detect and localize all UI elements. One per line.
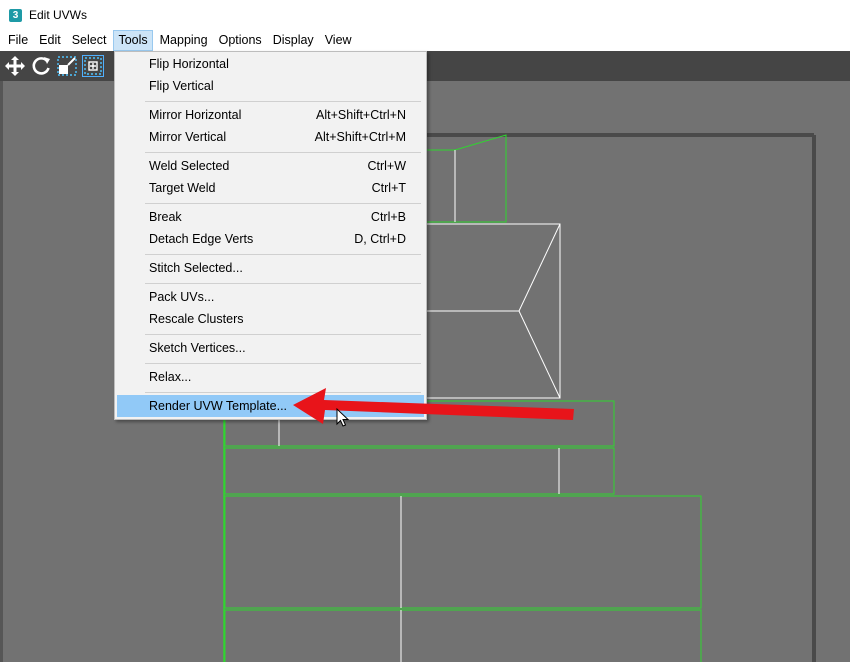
menu-item-shortcut: Ctrl+T [371, 181, 406, 195]
menu-item-label: Mirror Horizontal [149, 108, 242, 122]
app-icon: 3 [9, 8, 22, 22]
menu-item-flip-horizontal[interactable]: Flip Horizontal [117, 53, 424, 75]
menu-item-pack-uvs[interactable]: Pack UVs... [117, 286, 424, 308]
menu-item-detach-edge-verts[interactable]: Detach Edge Verts D, Ctrl+D [117, 228, 424, 250]
menu-item-label: Flip Horizontal [149, 57, 229, 71]
menu-view[interactable]: View [321, 30, 356, 51]
menu-separator [145, 254, 421, 255]
menu-mapping[interactable]: Mapping [156, 30, 212, 51]
uv-island [224, 447, 615, 495]
menu-item-label: Relax... [149, 370, 192, 384]
move-icon[interactable] [4, 55, 26, 77]
menu-edit[interactable]: Edit [35, 30, 65, 51]
menu-item-shortcut: Alt+Shift+Ctrl+N [316, 108, 406, 122]
menu-options[interactable]: Options [215, 30, 266, 51]
menu-item-label: Mirror Vertical [149, 130, 227, 144]
menu-separator [145, 334, 421, 335]
menu-separator [145, 101, 421, 102]
menu-bar: File Edit Select Tools Mapping Options D… [0, 30, 850, 51]
scale-icon[interactable] [56, 55, 78, 77]
rotate-icon[interactable] [30, 55, 52, 77]
menu-item-render-uvw-template[interactable]: Render UVW Template... [117, 395, 424, 417]
menu-item-shortcut: Ctrl+W [367, 159, 406, 173]
menu-item-label: Weld Selected [149, 159, 230, 173]
menu-item-label: Stitch Selected... [149, 261, 243, 275]
menu-item-break[interactable]: Break Ctrl+B [117, 206, 424, 228]
uv-island [224, 609, 702, 662]
freeform-icon[interactable] [82, 55, 104, 77]
menu-item-mirror-vertical[interactable]: Mirror Vertical Alt+Shift+Ctrl+M [117, 126, 424, 148]
menu-item-stitch-selected[interactable]: Stitch Selected... [117, 257, 424, 279]
menu-item-flip-vertical[interactable]: Flip Vertical [117, 75, 424, 97]
menu-item-relax[interactable]: Relax... [117, 366, 424, 388]
menu-separator [145, 203, 421, 204]
menu-item-label: Target Weld [149, 181, 216, 195]
uv-island [425, 223, 561, 399]
menu-item-label: Flip Vertical [149, 79, 214, 93]
window-title: Edit UVWs [29, 8, 88, 22]
menu-separator [145, 152, 421, 153]
menu-item-weld-selected[interactable]: Weld Selected Ctrl+W [117, 155, 424, 177]
menu-item-label: Detach Edge Verts [149, 232, 254, 246]
menu-separator [145, 392, 421, 393]
menu-item-rescale-clusters[interactable]: Rescale Clusters [117, 308, 424, 330]
menu-item-label: Sketch Vertices... [149, 341, 246, 355]
menu-item-target-weld[interactable]: Target Weld Ctrl+T [117, 177, 424, 199]
title-bar: 3 Edit UVWs [0, 0, 850, 30]
menu-item-label: Rescale Clusters [149, 312, 244, 326]
menu-tools[interactable]: Tools [113, 30, 153, 51]
tools-dropdown-menu: Flip Horizontal Flip Vertical Mirror Hor… [114, 51, 427, 420]
menu-display[interactable]: Display [269, 30, 318, 51]
menu-item-label: Render UVW Template... [149, 399, 288, 413]
menu-item-label: Pack UVs... [149, 290, 215, 304]
menu-separator [145, 363, 421, 364]
menu-select[interactable]: Select [68, 30, 111, 51]
menu-item-label: Break [149, 210, 182, 224]
menu-item-shortcut: Ctrl+B [370, 210, 406, 224]
menu-separator [145, 283, 421, 284]
uv-island [224, 495, 702, 609]
menu-file[interactable]: File [4, 30, 32, 51]
menu-item-shortcut: Alt+Shift+Ctrl+M [314, 130, 406, 144]
menu-item-mirror-horizontal[interactable]: Mirror Horizontal Alt+Shift+Ctrl+N [117, 104, 424, 126]
menu-item-shortcut: D, Ctrl+D [354, 232, 406, 246]
uv-island [420, 134, 507, 223]
menu-item-sketch-vertices[interactable]: Sketch Vertices... [117, 337, 424, 359]
